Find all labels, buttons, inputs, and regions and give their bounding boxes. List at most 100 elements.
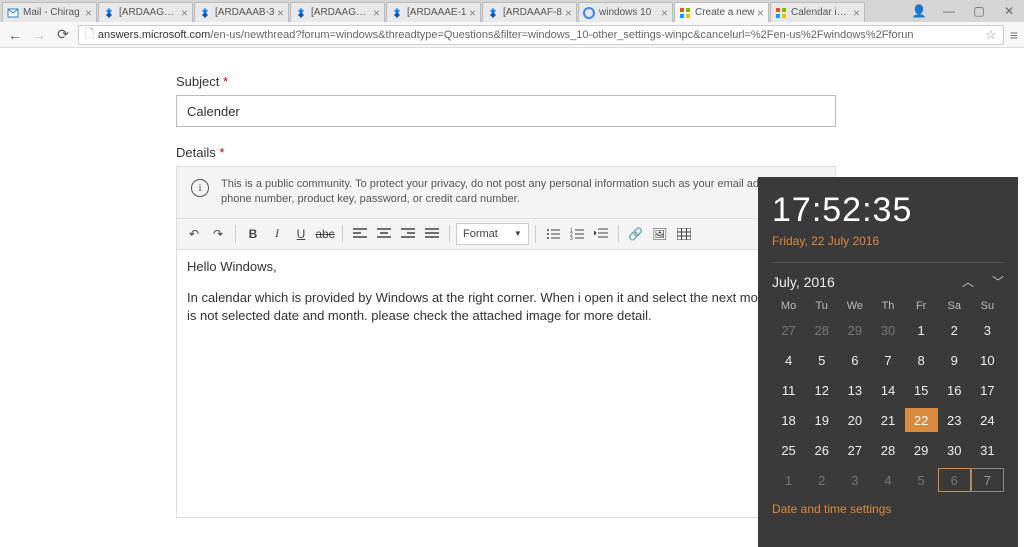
calendar-day[interactable]: 22 [905, 408, 938, 432]
calendar-day[interactable]: 3 [838, 468, 871, 492]
tab-favicon [487, 7, 499, 19]
calendar-day[interactable]: 13 [838, 378, 871, 402]
window-close[interactable]: ✕ [994, 4, 1024, 18]
tab-close-icon[interactable]: × [85, 6, 92, 20]
url-input[interactable]: 🗋 answers.microsoft.com/en-us/newthread?… [78, 25, 1004, 45]
calendar-day[interactable]: 15 [905, 378, 938, 402]
bold-button[interactable]: B [242, 223, 264, 245]
tab-title: windows 10 [599, 7, 659, 18]
calendar-day[interactable]: 4 [772, 348, 805, 372]
calendar-day[interactable]: 11 [772, 378, 805, 402]
calendar-weekday: Th [871, 300, 904, 312]
calendar-day[interactable]: 19 [805, 408, 838, 432]
calendar-day[interactable]: 16 [938, 378, 971, 402]
calendar-day[interactable]: 23 [938, 408, 971, 432]
calendar-day[interactable]: 28 [871, 438, 904, 462]
calendar-next-button[interactable]: ﹀ [992, 273, 1004, 290]
strike-button[interactable]: abc [314, 223, 336, 245]
calendar-day[interactable]: 10 [971, 348, 1004, 372]
calendar-day[interactable]: 4 [871, 468, 904, 492]
calendar-day[interactable]: 1 [905, 318, 938, 342]
align-left-button[interactable] [349, 223, 371, 245]
bookmark-star-icon[interactable]: ☆ [985, 27, 997, 43]
align-right-button[interactable] [397, 223, 419, 245]
tab-close-icon[interactable]: × [757, 6, 764, 20]
calendar-month-label[interactable]: July, 2016 [772, 274, 835, 290]
browser-tab[interactable]: [ARDAAAF-8× [482, 2, 577, 22]
tab-close-icon[interactable]: × [565, 6, 572, 20]
tab-close-icon[interactable]: × [661, 6, 668, 20]
image-button[interactable]: 🖼 [649, 223, 671, 245]
calendar-day[interactable]: 24 [971, 408, 1004, 432]
nav-reload-button[interactable]: ⟳ [54, 26, 72, 44]
calendar-day[interactable]: 7 [971, 468, 1004, 492]
browser-tab[interactable]: [ARDAAAB-3× [194, 2, 289, 22]
browser-tab[interactable]: windows 10× [578, 2, 673, 22]
tab-title: Mail - Chirag [23, 7, 83, 18]
browser-tab[interactable]: [ARDAAGA-2× [98, 2, 193, 22]
align-justify-button[interactable] [421, 223, 443, 245]
tab-close-icon[interactable]: × [853, 6, 860, 20]
format-dropdown[interactable]: Format▼ [456, 223, 529, 245]
tab-close-icon[interactable]: × [469, 6, 476, 20]
calendar-day[interactable]: 29 [905, 438, 938, 462]
calendar-day[interactable]: 1 [772, 468, 805, 492]
tab-favicon [103, 7, 115, 19]
browser-tab[interactable]: Create a new× [674, 2, 769, 22]
calendar-day[interactable]: 17 [971, 378, 1004, 402]
calendar-day[interactable]: 21 [871, 408, 904, 432]
calendar-day[interactable]: 31 [971, 438, 1004, 462]
nav-forward-button[interactable]: → [30, 26, 48, 44]
browser-tab[interactable]: [ARDAAAE-1× [386, 2, 481, 22]
calendar-day[interactable]: 29 [838, 318, 871, 342]
browser-tab[interactable]: Mail - Chirag× [2, 2, 97, 22]
calendar-day[interactable]: 2 [938, 318, 971, 342]
tab-favicon [775, 7, 787, 19]
menu-icon[interactable]: ≡ [1010, 27, 1018, 43]
undo-button[interactable]: ↶ [183, 223, 205, 245]
link-button[interactable]: 🔗 [625, 223, 647, 245]
calendar-day[interactable]: 26 [805, 438, 838, 462]
calendar-day[interactable]: 3 [971, 318, 1004, 342]
numbered-list-button[interactable]: 123 [566, 223, 588, 245]
nav-back-button[interactable]: ← [6, 26, 24, 44]
calendar-day[interactable]: 8 [905, 348, 938, 372]
outdent-button[interactable] [590, 223, 612, 245]
calendar-day[interactable]: 6 [838, 348, 871, 372]
italic-button[interactable]: I [266, 223, 288, 245]
calendar-day[interactable]: 6 [938, 468, 971, 492]
calendar-day[interactable]: 9 [938, 348, 971, 372]
browser-tab[interactable]: Calendar in N× [770, 2, 865, 22]
window-maximize[interactable]: ▢ [964, 4, 994, 18]
calendar-day[interactable]: 5 [805, 348, 838, 372]
calendar-day[interactable]: 7 [871, 348, 904, 372]
calendar-day[interactable]: 30 [938, 438, 971, 462]
browser-tab[interactable]: [ARDAAGA-2× [290, 2, 385, 22]
user-icon[interactable]: 👤 [904, 4, 934, 18]
details-editor[interactable]: Hello Windows, In calendar which is prov… [176, 250, 836, 518]
calendar-day[interactable]: 14 [871, 378, 904, 402]
window-minimize[interactable]: — [934, 4, 964, 18]
calendar-day[interactable]: 20 [838, 408, 871, 432]
redo-button[interactable]: ↷ [207, 223, 229, 245]
bulleted-list-button[interactable] [542, 223, 564, 245]
calendar-day[interactable]: 18 [772, 408, 805, 432]
calendar-day[interactable]: 27 [772, 318, 805, 342]
tab-close-icon[interactable]: × [373, 6, 380, 20]
underline-button[interactable]: U [290, 223, 312, 245]
calendar-day[interactable]: 2 [805, 468, 838, 492]
calendar-day[interactable]: 28 [805, 318, 838, 342]
address-bar: ← → ⟳ 🗋 answers.microsoft.com/en-us/newt… [0, 22, 1024, 48]
tab-close-icon[interactable]: × [181, 6, 188, 20]
align-center-button[interactable] [373, 223, 395, 245]
subject-input[interactable] [176, 95, 836, 127]
date-time-settings-link[interactable]: Date and time settings [772, 502, 1004, 516]
table-button[interactable] [673, 223, 695, 245]
calendar-day[interactable]: 12 [805, 378, 838, 402]
calendar-day[interactable]: 25 [772, 438, 805, 462]
calendar-day[interactable]: 30 [871, 318, 904, 342]
calendar-day[interactable]: 5 [905, 468, 938, 492]
tab-close-icon[interactable]: × [277, 6, 284, 20]
calendar-day[interactable]: 27 [838, 438, 871, 462]
calendar-prev-button[interactable]: ︿ [962, 273, 974, 290]
